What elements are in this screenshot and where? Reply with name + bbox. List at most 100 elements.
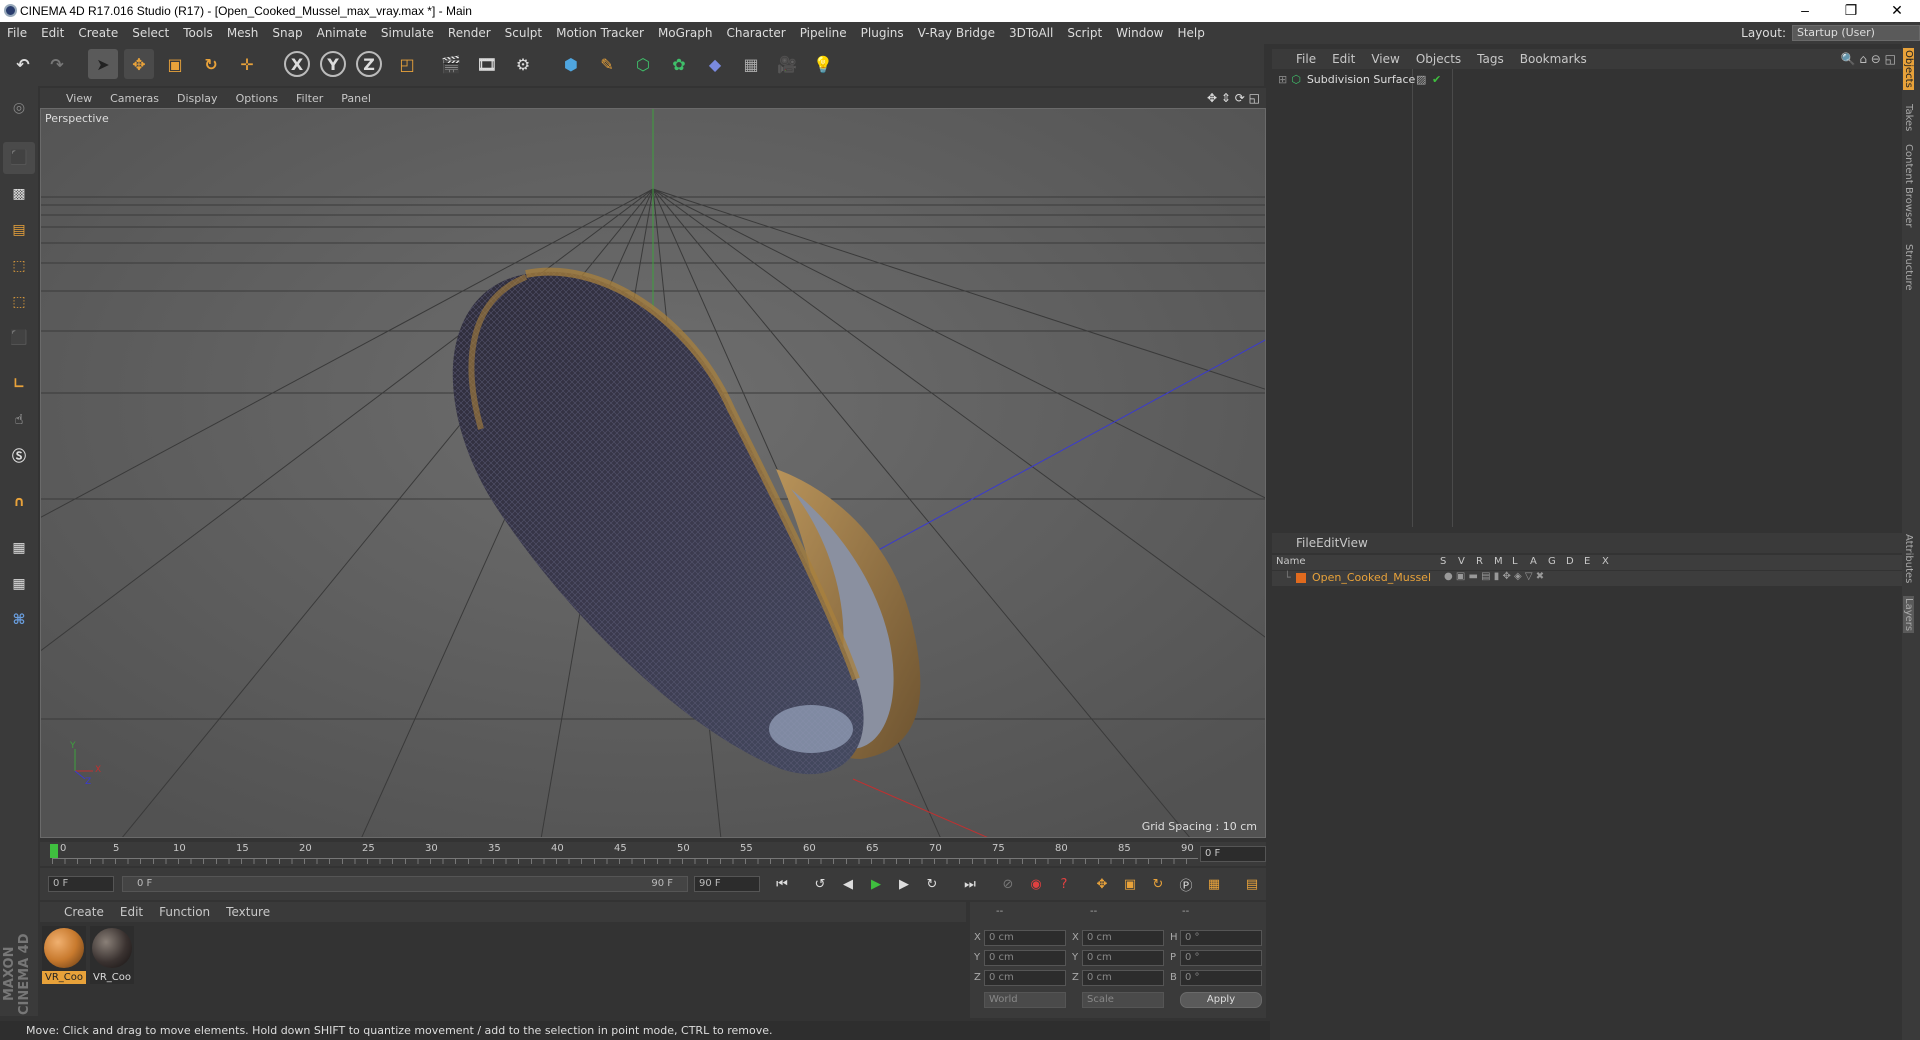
rot-b-field[interactable]: 0 ° [1180, 970, 1262, 986]
camera-icon[interactable]: 🎥 [772, 49, 802, 79]
array-icon[interactable]: ✿ [664, 49, 694, 79]
size-z-field[interactable]: 0 cm [1082, 970, 1164, 986]
python-icon[interactable]: ⌘ [3, 604, 35, 636]
edit-tag-icon[interactable]: ▨ [1416, 73, 1426, 86]
start-frame-field[interactable]: 0 F [48, 876, 114, 892]
enabled-check-icon[interactable]: ✔ [1432, 73, 1441, 86]
y-axis-icon[interactable]: Y [320, 51, 346, 77]
menu-select[interactable]: Select [125, 26, 176, 40]
apply-button[interactable]: Apply [1180, 992, 1262, 1008]
object-manager-search-icons[interactable]: 🔍 ⌂ ⊖ ◱ [1841, 52, 1896, 66]
menu-mesh[interactable]: Mesh [220, 26, 266, 40]
key-pla-icon[interactable]: ▦ [1202, 872, 1226, 896]
menu-edit[interactable]: Edit [34, 26, 71, 40]
tab-content-browser[interactable]: Content Browser [1903, 144, 1914, 227]
menu-plugins[interactable]: Plugins [854, 26, 911, 40]
material-swatch[interactable]: VR_Coo [90, 926, 134, 984]
light-icon[interactable]: 💡 [808, 49, 838, 79]
tab-attributes[interactable]: Attributes [1903, 534, 1914, 583]
object-name[interactable]: Subdivision Surface [1307, 73, 1415, 86]
move-plus-icon[interactable]: ✛ [232, 49, 262, 79]
magnet-icon[interactable]: ∩ [3, 486, 35, 518]
lock-workplane-icon[interactable]: ▦ [3, 568, 35, 600]
cube-icon[interactable]: ⬢ [556, 49, 586, 79]
x-axis-icon[interactable]: X [284, 51, 310, 77]
menu-script[interactable]: Script [1060, 26, 1109, 40]
object-menu-view[interactable]: View [1363, 52, 1407, 66]
viewport-menu-cameras[interactable]: Cameras [101, 92, 168, 105]
menu-tools[interactable]: Tools [176, 26, 220, 40]
material-menu-texture[interactable]: Texture [218, 905, 278, 919]
menu-pipeline[interactable]: Pipeline [793, 26, 854, 40]
z-axis-icon[interactable]: Z [356, 51, 382, 77]
polygons-mode-icon[interactable]: ⬛ [3, 322, 35, 354]
snap-icon[interactable]: ▦ [3, 532, 35, 564]
render-picture-viewer-icon[interactable]: 🎞 [472, 49, 502, 79]
viewport-menu-panel[interactable]: Panel [332, 92, 380, 105]
object-menu-file[interactable]: File [1272, 52, 1324, 66]
viewport-menu-view[interactable]: View [40, 92, 101, 105]
points-mode-icon[interactable]: ⬚ [3, 250, 35, 282]
object-menu-objects[interactable]: Objects [1408, 52, 1469, 66]
edges-mode-icon[interactable]: ⬚ [3, 286, 35, 318]
deformer-icon[interactable]: ◆ [700, 49, 730, 79]
layer-color-swatch[interactable] [1296, 573, 1306, 583]
tab-takes[interactable]: Takes [1903, 104, 1914, 131]
material-menu-edit[interactable]: Edit [112, 905, 151, 919]
timeline[interactable]: 0 5 10 15 20 25 30 35 40 45 50 55 60 65 … [40, 842, 1266, 866]
goto-end-icon[interactable]: ⏭ [958, 872, 982, 896]
object-menu-edit[interactable]: Edit [1324, 52, 1363, 66]
expand-icon[interactable]: ⊞ [1278, 73, 1287, 86]
playhead[interactable] [50, 844, 58, 858]
tab-structure[interactable]: Structure [1903, 244, 1914, 291]
rot-h-field[interactable]: 0 ° [1180, 930, 1262, 946]
scale-dropdown[interactable]: Scale [1082, 992, 1164, 1008]
viewport-menu-display[interactable]: Display [168, 92, 227, 105]
goto-start-icon[interactable]: ⏮ [770, 872, 794, 896]
object-row[interactable]: ⊞ ⬡ Subdivision Surface ▨ ✔ [1272, 71, 1902, 87]
render-view-icon[interactable]: 🎬 [436, 49, 466, 79]
scale-icon[interactable]: ▣ [160, 49, 190, 79]
render-settings-icon[interactable]: ⚙ [508, 49, 538, 79]
texture-mode-icon[interactable]: ▩ [3, 178, 35, 210]
menu-create[interactable]: Create [71, 26, 125, 40]
tab-objects[interactable]: Objects [1903, 48, 1914, 90]
autokey-icon[interactable]: ? [1052, 872, 1076, 896]
timeline-window-icon[interactable]: ▤ [1240, 872, 1264, 896]
menu-render[interactable]: Render [441, 26, 498, 40]
menu-help[interactable]: Help [1170, 26, 1211, 40]
maximize-button[interactable]: ❐ [1828, 0, 1874, 22]
close-button[interactable]: ✕ [1874, 0, 1920, 22]
menu-motion-tracker[interactable]: Motion Tracker [549, 26, 651, 40]
tab-layers[interactable]: Layers [1903, 596, 1914, 634]
menu-animate[interactable]: Animate [310, 26, 374, 40]
next-key-icon[interactable]: ↻ [920, 872, 944, 896]
move-icon[interactable]: ✥ [124, 49, 154, 79]
workplane-icon[interactable]: ▤ [3, 214, 35, 246]
menu-character[interactable]: Character [719, 26, 792, 40]
menu-simulate[interactable]: Simulate [374, 26, 441, 40]
layer-row[interactable]: └ Open_Cooked_Mussel ● ▣ ▬ ▤ ▮ ✥ ◈ ▽ ✖ [1272, 571, 1902, 586]
select-arrow-icon[interactable]: ➤ [88, 49, 118, 79]
menu-vray-bridge[interactable]: V-Ray Bridge [911, 26, 1002, 40]
material-menu-function[interactable]: Function [151, 905, 218, 919]
rotate-icon[interactable]: ↻ [196, 49, 226, 79]
floor-icon[interactable]: ▦ [736, 49, 766, 79]
axis-mode-icon[interactable]: ∟ [3, 368, 35, 400]
pen-icon[interactable]: ✎ [592, 49, 622, 79]
minimize-button[interactable]: – [1782, 0, 1828, 22]
perspective-viewport[interactable]: Y X Z Perspective Grid Spacing : 10 cm [40, 108, 1266, 838]
viewport-menu-filter[interactable]: Filter [287, 92, 332, 105]
rot-p-field[interactable]: 0 ° [1180, 950, 1262, 966]
current-frame-field[interactable]: 0 F [1200, 846, 1266, 862]
redo-icon[interactable]: ↷ [42, 49, 72, 79]
key-rotate-icon[interactable]: ↻ [1146, 872, 1170, 896]
record-icon[interactable]: ◉ [1024, 872, 1048, 896]
layer-flag-icons[interactable]: ● ▣ ▬ ▤ ▮ ✥ ◈ ▽ ✖ [1444, 571, 1544, 582]
subdivision-icon[interactable]: ⬡ [628, 49, 658, 79]
size-x-field[interactable]: 0 cm [1082, 930, 1164, 946]
key-param-icon[interactable]: Ⓟ [1174, 872, 1198, 896]
menu-3dtoall[interactable]: 3DToAll [1002, 26, 1060, 40]
next-frame-icon[interactable]: ▶ [892, 872, 916, 896]
menu-snap[interactable]: Snap [265, 26, 309, 40]
